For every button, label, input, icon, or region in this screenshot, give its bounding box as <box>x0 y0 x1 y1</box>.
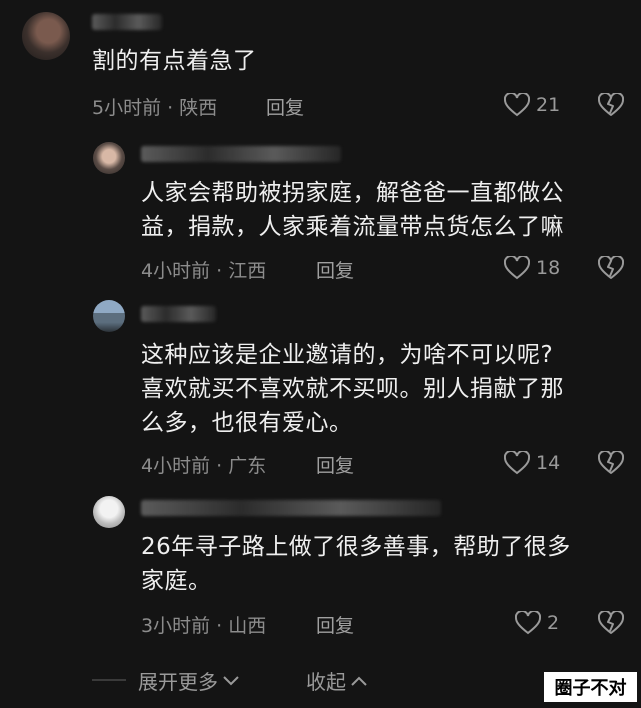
expand-more-button[interactable]: 展开更多 <box>138 666 240 695</box>
comment-meta: 4小时前 · 广东 <box>141 455 267 477</box>
avatar[interactable] <box>93 300 125 332</box>
broken-heart-icon <box>597 449 625 474</box>
reply-button[interactable]: 回复 <box>316 611 354 638</box>
comment-meta: 4小时前 · 江西 <box>141 260 267 282</box>
broken-heart-icon <box>597 91 625 116</box>
reply-button[interactable]: 回复 <box>266 93 304 120</box>
comment-text: 人家会帮助被拐家庭，解爸爸一直都做公 益，捐款，人家乘着流量带点货怎么了嘛 <box>141 180 564 240</box>
comment-meta: 5小时前 · 陕西 <box>92 97 218 119</box>
dislike-button[interactable] <box>597 609 625 639</box>
like-count: 21 <box>536 94 561 116</box>
broken-heart-icon <box>597 609 625 634</box>
broken-heart-icon <box>597 254 625 279</box>
reply-button[interactable]: 回复 <box>316 451 354 478</box>
username-blurred[interactable] <box>141 146 341 162</box>
chevron-up-icon <box>351 676 367 686</box>
like-count: 14 <box>536 452 561 474</box>
avatar[interactable] <box>93 496 125 528</box>
dislike-button[interactable] <box>597 91 625 121</box>
username-blurred[interactable] <box>92 14 162 30</box>
chevron-down-icon <box>223 675 239 685</box>
comment-text: 26年寻子路上做了很多善事，帮助了很多 家庭。 <box>141 534 571 594</box>
comment-text: 这种应该是企业邀请的，为啥不可以呢? 喜欢就买不喜欢就不买呗。别人捐献了那 么多… <box>141 342 564 436</box>
comment-meta: 3小时前 · 山西 <box>141 615 267 637</box>
like-button[interactable]: 18 <box>504 256 560 280</box>
watermark: 圈子不对 <box>544 672 637 702</box>
dislike-button[interactable] <box>597 254 625 284</box>
like-count: 18 <box>536 257 561 279</box>
heart-icon <box>504 451 530 475</box>
username-blurred[interactable] <box>141 500 441 516</box>
heart-icon <box>504 93 530 117</box>
collapse-button[interactable]: 收起 <box>306 666 368 695</box>
avatar[interactable] <box>93 142 125 174</box>
like-button[interactable]: 2 <box>515 611 559 635</box>
divider <box>92 679 126 681</box>
like-count: 2 <box>547 612 560 634</box>
comment-text: 割的有点着急了 <box>92 48 257 74</box>
like-button[interactable]: 14 <box>504 451 560 475</box>
heart-icon <box>504 256 530 280</box>
like-button[interactable]: 21 <box>504 93 560 117</box>
expand-label: 展开更多 <box>138 670 218 694</box>
username-blurred[interactable] <box>141 306 216 322</box>
heart-icon <box>515 611 541 635</box>
avatar[interactable] <box>22 12 70 60</box>
reply-button[interactable]: 回复 <box>316 256 354 283</box>
dislike-button[interactable] <box>597 449 625 479</box>
collapse-label: 收起 <box>306 670 346 694</box>
